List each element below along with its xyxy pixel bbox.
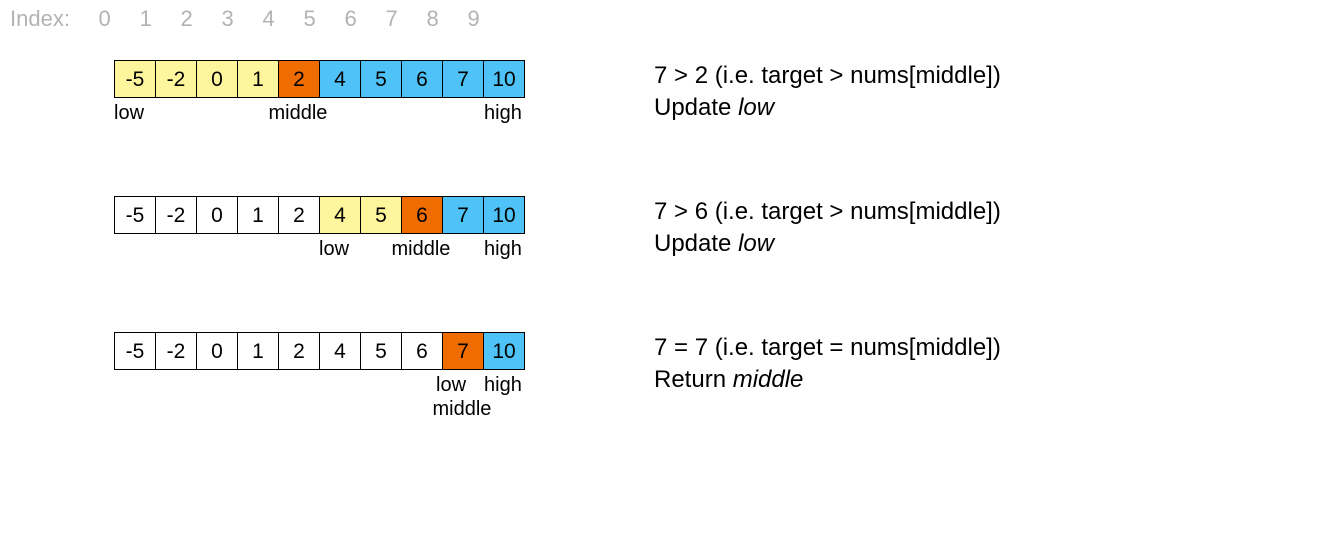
action-text: Update low bbox=[654, 228, 1001, 260]
array-cell: -2 bbox=[156, 60, 197, 98]
action-italic: low bbox=[738, 230, 774, 257]
pointer-label-middle: middle bbox=[392, 238, 451, 261]
index-value: 6 bbox=[330, 6, 371, 32]
index-header: Index: 0123456789 bbox=[10, 6, 1323, 32]
array-cell: -5 bbox=[115, 196, 156, 234]
array-cell: 5 bbox=[361, 60, 402, 98]
array-row: -5-2012456710 bbox=[114, 332, 554, 370]
array-cell: 2 bbox=[279, 60, 320, 98]
array-cell: 4 bbox=[320, 332, 361, 370]
index-value: 2 bbox=[166, 6, 207, 32]
index-value: 1 bbox=[125, 6, 166, 32]
array-cell: 1 bbox=[238, 196, 279, 234]
array-block: -5-2012456710 low middle high bbox=[114, 60, 554, 154]
array-cell: 7 bbox=[443, 60, 484, 98]
pointer-label-middle: middle bbox=[269, 102, 328, 125]
array-cell: 7 bbox=[443, 196, 484, 234]
explanation: 7 = 7 (i.e. target = nums[middle])Return… bbox=[654, 332, 1001, 397]
pointer-label-low: low bbox=[114, 102, 144, 125]
index-value: 7 bbox=[371, 6, 412, 32]
array-cell: 6 bbox=[402, 60, 443, 98]
array-cell: 4 bbox=[320, 60, 361, 98]
array-cell: -5 bbox=[115, 332, 156, 370]
array-cell: 2 bbox=[279, 332, 320, 370]
array-cell: 2 bbox=[279, 196, 320, 234]
array-cell: -2 bbox=[156, 196, 197, 234]
array-cell: 10 bbox=[484, 60, 525, 98]
index-value: 0 bbox=[84, 6, 125, 32]
action-text: Return middle bbox=[654, 364, 1001, 396]
array-cell: 0 bbox=[197, 196, 238, 234]
index-value: 8 bbox=[412, 6, 453, 32]
index-value: 4 bbox=[248, 6, 289, 32]
index-value: 3 bbox=[207, 6, 248, 32]
array-cell: -5 bbox=[115, 60, 156, 98]
array-cell: 5 bbox=[361, 332, 402, 370]
array-row: -5-2012456710 bbox=[114, 196, 554, 234]
action-italic: low bbox=[738, 94, 774, 121]
step-1: -5-2012456710 low middle high 7 > 2 (i.e. ta… bbox=[10, 60, 1323, 154]
index-value: 5 bbox=[289, 6, 330, 32]
array-block: -5-2012456710 low middle high bbox=[114, 196, 554, 290]
array-cell: 7 bbox=[443, 332, 484, 370]
array-row: -5-2012456710 bbox=[114, 60, 554, 98]
array-cell: 10 bbox=[484, 196, 525, 234]
pointer-label-high: high bbox=[484, 238, 522, 261]
pointer-label-low: low bbox=[319, 238, 349, 261]
index-label: Index: bbox=[10, 6, 70, 31]
pointer-row: lowhighmiddle bbox=[114, 374, 554, 426]
pointer-label-high: high bbox=[484, 374, 522, 397]
pointer-label-low: low bbox=[436, 374, 466, 397]
action-italic: middle bbox=[733, 366, 804, 393]
explanation: 7 > 2 (i.e. target > nums[middle])Update… bbox=[654, 60, 1001, 125]
pointer-row: low middle high bbox=[114, 102, 554, 154]
array-cell: 6 bbox=[402, 196, 443, 234]
condition-text: 7 > 2 (i.e. target > nums[middle]) bbox=[654, 60, 1001, 92]
array-cell: 1 bbox=[238, 60, 279, 98]
array-cell: 0 bbox=[197, 332, 238, 370]
step-3: -5-2012456710lowhighmiddle7 = 7 (i.e. ta… bbox=[10, 332, 1323, 426]
condition-text: 7 = 7 (i.e. target = nums[middle]) bbox=[654, 332, 1001, 364]
pointer-label-middle: middle bbox=[433, 398, 492, 421]
array-cell: 5 bbox=[361, 196, 402, 234]
index-values: 0123456789 bbox=[84, 6, 494, 31]
explanation: 7 > 6 (i.e. target > nums[middle])Update… bbox=[654, 196, 1001, 261]
array-cell: 0 bbox=[197, 60, 238, 98]
index-value: 9 bbox=[453, 6, 494, 32]
array-cell: 6 bbox=[402, 332, 443, 370]
pointer-label-high: high bbox=[484, 102, 522, 125]
array-cell: 1 bbox=[238, 332, 279, 370]
condition-text: 7 > 6 (i.e. target > nums[middle]) bbox=[654, 196, 1001, 228]
pointer-row: low middle high bbox=[114, 238, 554, 290]
step-2: -5-2012456710 low middle high 7 > 6 (i.e. ta… bbox=[10, 196, 1323, 290]
steps-container: -5-2012456710lowmiddlehigh7 > 2 (i.e. ta… bbox=[10, 60, 1323, 426]
array-block: -5-2012456710 lowhighmiddle bbox=[114, 332, 554, 426]
array-cell: -2 bbox=[156, 332, 197, 370]
array-cell: 10 bbox=[484, 332, 525, 370]
action-text: Update low bbox=[654, 92, 1001, 124]
array-cell: 4 bbox=[320, 196, 361, 234]
